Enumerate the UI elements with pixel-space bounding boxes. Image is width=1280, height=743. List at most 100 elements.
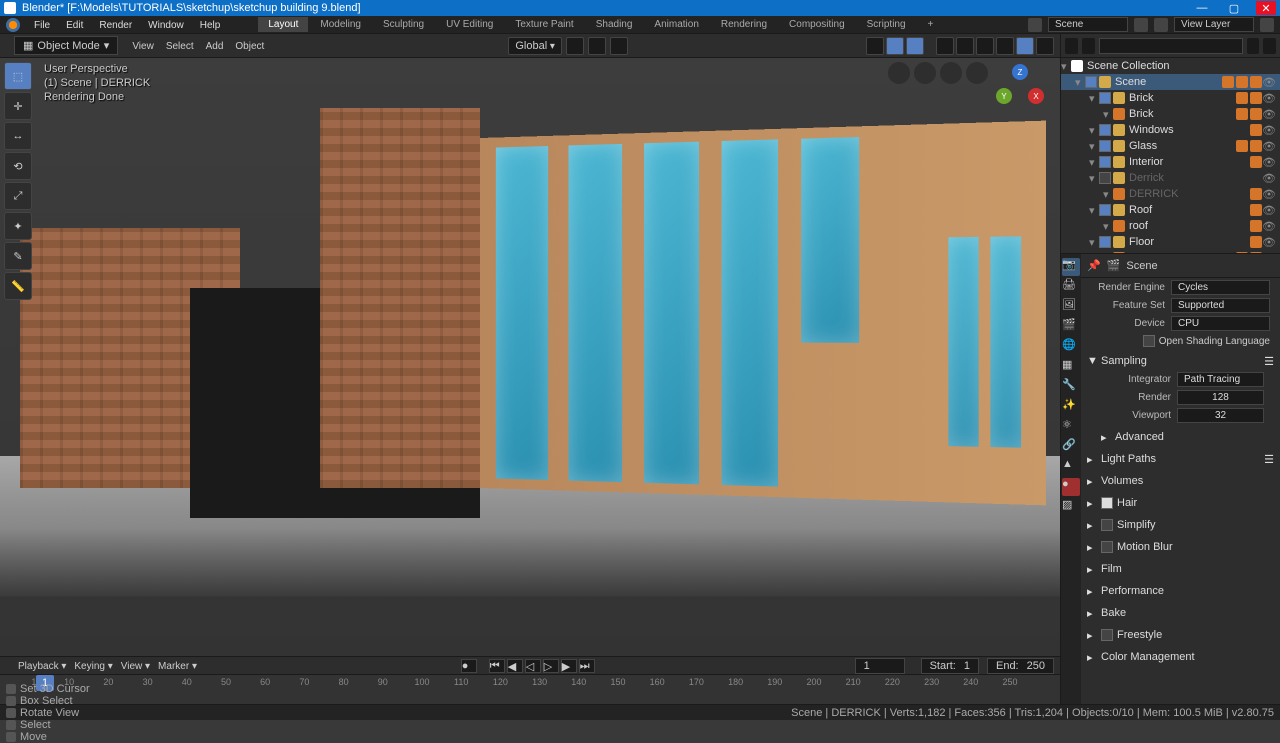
- viewport-menu-view[interactable]: View: [126, 41, 160, 52]
- outliner-item-roof[interactable]: ▾roof👁: [1061, 218, 1280, 234]
- section-color-management[interactable]: ▸Color Management: [1087, 648, 1274, 666]
- scene-properties-tab[interactable]: 🎬: [1062, 318, 1080, 336]
- new-scene-icon[interactable]: [1134, 18, 1148, 32]
- device-dropdown[interactable]: CPU: [1171, 316, 1270, 331]
- menu-window[interactable]: Window: [140, 20, 192, 31]
- scene-name-field[interactable]: Scene: [1048, 17, 1128, 32]
- feature-set-dropdown[interactable]: Supported: [1171, 298, 1270, 313]
- world-properties-tab[interactable]: 🌐: [1062, 338, 1080, 356]
- menu-help[interactable]: Help: [192, 20, 229, 31]
- timeline-menu-playback[interactable]: Playback ▾: [14, 661, 70, 672]
- workspace-tab-+[interactable]: +: [918, 17, 944, 32]
- workspace-tab-texture-paint[interactable]: Texture Paint: [505, 17, 583, 32]
- 3d-viewport[interactable]: User Perspective (1) Scene | DERRICK Ren…: [0, 58, 1060, 656]
- preset-menu-icon[interactable]: ☰: [1264, 355, 1274, 368]
- menu-render[interactable]: Render: [91, 20, 140, 31]
- scale-tool[interactable]: ⤢: [4, 182, 32, 210]
- persp-ortho-icon[interactable]: [966, 62, 988, 84]
- shading-lookdev-icon[interactable]: [996, 37, 1014, 55]
- section-light-paths[interactable]: ▸Light Paths☰: [1087, 450, 1274, 468]
- window-minimize-button[interactable]: —: [1192, 1, 1212, 15]
- outliner-item-derrick[interactable]: ▾Derrick👁: [1061, 170, 1280, 186]
- workspace-tab-animation[interactable]: Animation: [644, 17, 708, 32]
- workspace-tab-sculpting[interactable]: Sculpting: [373, 17, 434, 32]
- workspace-tab-uv-editing[interactable]: UV Editing: [436, 17, 503, 32]
- outliner-editor-icon[interactable]: [1065, 38, 1078, 54]
- section-bake[interactable]: ▸Bake: [1087, 604, 1274, 622]
- gizmo-z-axis[interactable]: Z: [1012, 64, 1028, 80]
- mesh-properties-tab[interactable]: ▲: [1062, 458, 1080, 476]
- outliner-item-derrick[interactable]: ▾DERRICK👁: [1061, 186, 1280, 202]
- prev-keyframe-button[interactable]: ◀: [507, 659, 523, 673]
- annotate-tool[interactable]: ✎: [4, 242, 32, 270]
- outliner-item-scene[interactable]: ▾Scene👁: [1061, 74, 1280, 90]
- pan-icon[interactable]: [914, 62, 936, 84]
- cursor-tool[interactable]: ✛: [4, 92, 32, 120]
- end-frame-field[interactable]: End:250: [987, 658, 1054, 674]
- shading-options-icon[interactable]: [1036, 37, 1054, 55]
- workspace-tab-shading[interactable]: Shading: [586, 17, 643, 32]
- object-mode-selector[interactable]: ▦ Object Mode ▾: [14, 36, 118, 55]
- navigation-gizmo[interactable]: Z Y X: [990, 64, 1050, 124]
- start-frame-field[interactable]: Start:1: [921, 658, 979, 674]
- pin-icon[interactable]: 📌: [1087, 259, 1101, 272]
- select-box-tool[interactable]: ⬚: [4, 62, 32, 90]
- outliner-item-floor[interactable]: ▾Floor👁: [1061, 234, 1280, 250]
- integrator-dropdown[interactable]: Path Tracing: [1177, 372, 1264, 387]
- viewlayer-icon[interactable]: [1154, 18, 1168, 32]
- overlay-toggle-icon[interactable]: [906, 37, 924, 55]
- object-properties-tab[interactable]: ▦: [1062, 358, 1080, 376]
- texture-properties-tab[interactable]: ▨: [1062, 498, 1080, 516]
- timeline-menu-keying[interactable]: Keying ▾: [70, 661, 116, 672]
- outliner-search-input[interactable]: [1099, 38, 1243, 54]
- timeline-menu-view[interactable]: View ▾: [117, 661, 154, 672]
- workspace-tab-compositing[interactable]: Compositing: [779, 17, 855, 32]
- section-hair[interactable]: ▸Hair: [1087, 494, 1274, 512]
- section-freestyle[interactable]: ▸Freestyle: [1087, 626, 1274, 644]
- proportional-edit-icon[interactable]: [610, 37, 628, 55]
- timeline-track[interactable]: 1 11020304050607080901001101201301401501…: [0, 675, 1060, 705]
- workspace-tab-scripting[interactable]: Scripting: [857, 17, 916, 32]
- viewport-menu-add[interactable]: Add: [200, 41, 230, 52]
- workspace-tab-modeling[interactable]: Modeling: [310, 17, 371, 32]
- render-engine-dropdown[interactable]: Cycles: [1171, 280, 1270, 295]
- autokey-button[interactable]: ●: [461, 659, 477, 673]
- workspace-tab-rendering[interactable]: Rendering: [711, 17, 777, 32]
- transform-tool[interactable]: ✦: [4, 212, 32, 240]
- viewport-menu-object[interactable]: Object: [229, 41, 270, 52]
- outliner-item-windows[interactable]: ▾Windows👁: [1061, 122, 1280, 138]
- jump-end-button[interactable]: ⏭: [579, 659, 595, 673]
- zoom-icon[interactable]: [888, 62, 910, 84]
- sampling-section-header[interactable]: ▼Sampling ☰: [1087, 352, 1274, 370]
- scene-icon[interactable]: [1028, 18, 1042, 32]
- play-button[interactable]: ▷: [543, 659, 559, 673]
- next-keyframe-button[interactable]: ▶: [561, 659, 577, 673]
- shading-rendered-icon[interactable]: [1016, 37, 1034, 55]
- visibility-icon[interactable]: [866, 37, 884, 55]
- render-properties-tab[interactable]: 📷: [1062, 258, 1080, 276]
- menu-edit[interactable]: Edit: [58, 20, 91, 31]
- transform-orientation[interactable]: Global ▾: [508, 37, 562, 55]
- outliner-filter-icon[interactable]: [1247, 38, 1260, 54]
- new-collection-icon[interactable]: [1263, 38, 1276, 54]
- play-reverse-button[interactable]: ◁: [525, 659, 541, 673]
- window-maximize-button[interactable]: ▢: [1224, 1, 1244, 15]
- outliner-item-roof[interactable]: ▾Roof👁: [1061, 202, 1280, 218]
- snap-icon[interactable]: [588, 37, 606, 55]
- section-volumes[interactable]: ▸Volumes: [1087, 472, 1274, 490]
- jump-start-button[interactable]: ⏮: [489, 659, 505, 673]
- constraint-properties-tab[interactable]: 🔗: [1062, 438, 1080, 456]
- viewlayer-name-field[interactable]: View Layer: [1174, 17, 1254, 32]
- measure-tool[interactable]: 📏: [4, 272, 32, 300]
- rotate-tool[interactable]: ⟲: [4, 152, 32, 180]
- outliner-item-floor[interactable]: ▾floor👁: [1061, 250, 1280, 253]
- current-frame-field[interactable]: 1: [855, 658, 905, 674]
- render-samples-field[interactable]: 128: [1177, 390, 1264, 405]
- new-viewlayer-icon[interactable]: [1260, 18, 1274, 32]
- section-advanced[interactable]: ▸Advanced: [1087, 428, 1274, 446]
- shading-solid-icon[interactable]: [976, 37, 994, 55]
- outliner-root[interactable]: ▾Scene Collection: [1061, 58, 1280, 74]
- viewport-menu-select[interactable]: Select: [160, 41, 200, 52]
- shading-wireframe-icon[interactable]: [956, 37, 974, 55]
- camera-view-icon[interactable]: [940, 62, 962, 84]
